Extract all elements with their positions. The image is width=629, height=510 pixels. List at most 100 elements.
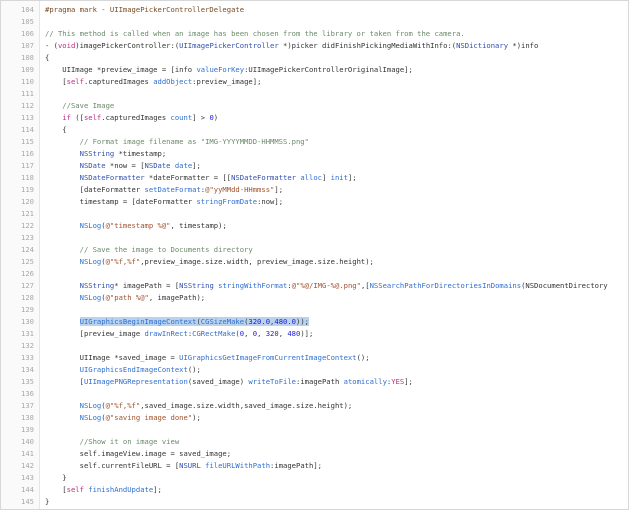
line-number: 108 — [21, 53, 34, 62]
code-line[interactable]: 136 — [1, 388, 628, 400]
code-line[interactable]: 119 [dateFormatter setDateFormat:@"yyMMd… — [1, 184, 628, 196]
line-number: 139 — [21, 425, 34, 434]
line-number: 135 — [21, 377, 34, 386]
code-line[interactable]: 125 NSLog(@"%f,%f",preview_image.size.wi… — [1, 256, 628, 268]
code-line[interactable]: 105 — [1, 16, 628, 28]
code-token: @"%f,%f" — [105, 257, 141, 266]
code-line[interactable]: 104 #pragma mark - UIImagePickerControlle… — [1, 4, 628, 16]
code-token: stringWithFormat — [218, 281, 288, 290]
code-token: UIImagePickerController — [179, 41, 279, 50]
code-line[interactable]: 109 UIImage *preview_image = [info value… — [1, 64, 628, 76]
code-token: count — [170, 113, 193, 122]
code-line[interactable]: 135 [UIImagePNGRepresentation(saved_imag… — [1, 376, 628, 388]
code-token: , — [244, 329, 253, 338]
code-line[interactable]: 138 NSLog(@"saving image done"); — [1, 412, 628, 424]
code-text: self.currentFileURL = [NSURL fileURLWith… — [45, 460, 322, 472]
code-line[interactable]: 128 NSLog(@"path %@", imagePath); — [1, 292, 628, 304]
line-number: 125 — [21, 257, 34, 266]
code-line[interactable]: 123 — [1, 232, 628, 244]
code-token: NSURL — [179, 461, 201, 470]
code-text: NSLog(@"%f,%f",preview_image.size.width,… — [45, 256, 374, 268]
code-line[interactable]: 115 // Format image filename as "IMG-YYY… — [1, 136, 628, 148]
code-token: timestamp = [dateFormatter — [45, 197, 197, 206]
code-token: ,[ — [360, 281, 370, 290]
code-line[interactable]: 112 //Save Image — [1, 100, 628, 112]
code-line[interactable]: 118 NSDateFormatter *dateFormatter = [[N… — [1, 172, 628, 184]
code-token: CGRectMake — [192, 329, 236, 338]
code-token: ([ — [70, 113, 84, 122]
code-token: ); — [192, 413, 201, 422]
line-number: 130 — [21, 317, 34, 326]
code-token: @"timestamp %@" — [105, 221, 171, 230]
code-token: [ — [45, 485, 67, 494]
code-line[interactable]: 108 { — [1, 52, 628, 64]
line-number: 131 — [21, 329, 34, 338]
code-token: [ — [45, 77, 67, 86]
code-line[interactable]: 117 NSDate *now = [NSDate date]; — [1, 160, 628, 172]
code-token: NSDate — [79, 161, 106, 170]
code-token: )]; — [300, 329, 314, 338]
code-token: init — [330, 173, 348, 182]
code-line[interactable]: 133 UIImage *saved_image = UIGraphicsGet… — [1, 352, 628, 364]
line-number: 141 — [21, 449, 34, 458]
code-line[interactable]: 145} — [1, 496, 628, 508]
code-line[interactable]: 143 } — [1, 472, 628, 484]
code-line[interactable]: 122 NSLog(@"timestamp %@", timestamp); — [1, 220, 628, 232]
code-line[interactable]: 127 NSString* imagePath = [NSString stri… — [1, 280, 628, 292]
code-token: #pragma mark - UIImagePickerControllerDe… — [45, 5, 245, 14]
code-token: self.imageView.image = saved_image; — [45, 449, 232, 458]
code-line[interactable]: 120 timestamp = [dateFormatter stringFro… — [1, 196, 628, 208]
code-line[interactable]: 126 — [1, 268, 628, 280]
code-line[interactable]: 130 UIGraphicsBeginImageContext(CGSizeMa… — [1, 316, 628, 328]
code-token: writeToFile — [248, 377, 297, 386]
code-line[interactable]: 116 NSString *timestamp; — [1, 148, 628, 160]
line-number: 110 — [21, 77, 34, 86]
code-line[interactable]: 139 — [1, 424, 628, 436]
code-text: NSDate *now = [NSDate date]; — [45, 160, 201, 172]
code-line[interactable]: 137 NSLog(@"%f,%f",saved_image.size.widt… — [1, 400, 628, 412]
code-line[interactable]: 124 // Save the image to Documents direc… — [1, 244, 628, 256]
line-number: 132 — [21, 341, 34, 350]
line-number: 106 — [21, 29, 34, 38]
line-number: 105 — [21, 17, 34, 26]
code-token: :imagePath]; — [270, 461, 322, 470]
code-line[interactable]: 113 if ([self.capturedImages count] > 0) — [1, 112, 628, 124]
code-token: date — [174, 161, 193, 170]
code-line[interactable]: 134 UIGraphicsEndImageContext(); — [1, 364, 628, 376]
code-text: self.imageView.image = saved_image; — [45, 448, 231, 460]
code-text: //Save Image — [45, 100, 114, 112]
code-text: NSDateFormatter *dateFormatter = [[NSDat… — [45, 172, 357, 184]
code-line[interactable]: 140 //Show it on image view — [1, 436, 628, 448]
code-editor[interactable]: 104 #pragma mark - UIImagePickerControlle… — [0, 0, 629, 510]
code-text: } — [45, 472, 66, 484]
code-line[interactable]: 131 [preview_image drawInRect:CGRectMake… — [1, 328, 628, 340]
code-line[interactable]: 121 — [1, 208, 628, 220]
code-line[interactable]: 141 self.imageView.image = saved_image; — [1, 448, 628, 460]
code-text: { — [45, 124, 66, 136]
line-number: 128 — [21, 293, 34, 302]
code-token: UIGraphicsBeginImageContext — [79, 317, 197, 326]
code-text: // Format image filename as "IMG-YYYYMMD… — [45, 136, 309, 148]
code-token: NSDateFormatter — [79, 173, 145, 182]
code-line[interactable]: 114 { — [1, 124, 628, 136]
line-number: 142 — [21, 461, 34, 470]
code-line[interactable]: 107 - (void)imagePickerController:(UIImag… — [1, 40, 628, 52]
code-line[interactable]: 132 — [1, 340, 628, 352]
line-number: 107 — [21, 41, 34, 50]
code-text: [preview_image drawInRect:CGRectMake(0, … — [45, 328, 314, 340]
code-line[interactable]: 106 // This method is called when an imag… — [1, 28, 628, 40]
code-token: (NSDocumentDirectory — [521, 281, 608, 290]
code-token: alloc — [300, 173, 322, 182]
line-number: 138 — [21, 413, 34, 422]
code-line[interactable]: 129 — [1, 304, 628, 316]
code-token: ]; — [153, 485, 162, 494]
code-line[interactable]: 110 [self.capturedImages addObject:previ… — [1, 76, 628, 88]
code-line[interactable]: 142 self.currentFileURL = [NSURL fileURL… — [1, 460, 628, 472]
code-line[interactable]: 111 — [1, 88, 628, 100]
code-token: .capturedImages — [101, 113, 171, 122]
code-line[interactable]: 144 [self finishAndUpdate]; — [1, 484, 628, 496]
code-token: 320 — [265, 329, 279, 338]
code-text: //Show it on image view — [45, 436, 180, 448]
